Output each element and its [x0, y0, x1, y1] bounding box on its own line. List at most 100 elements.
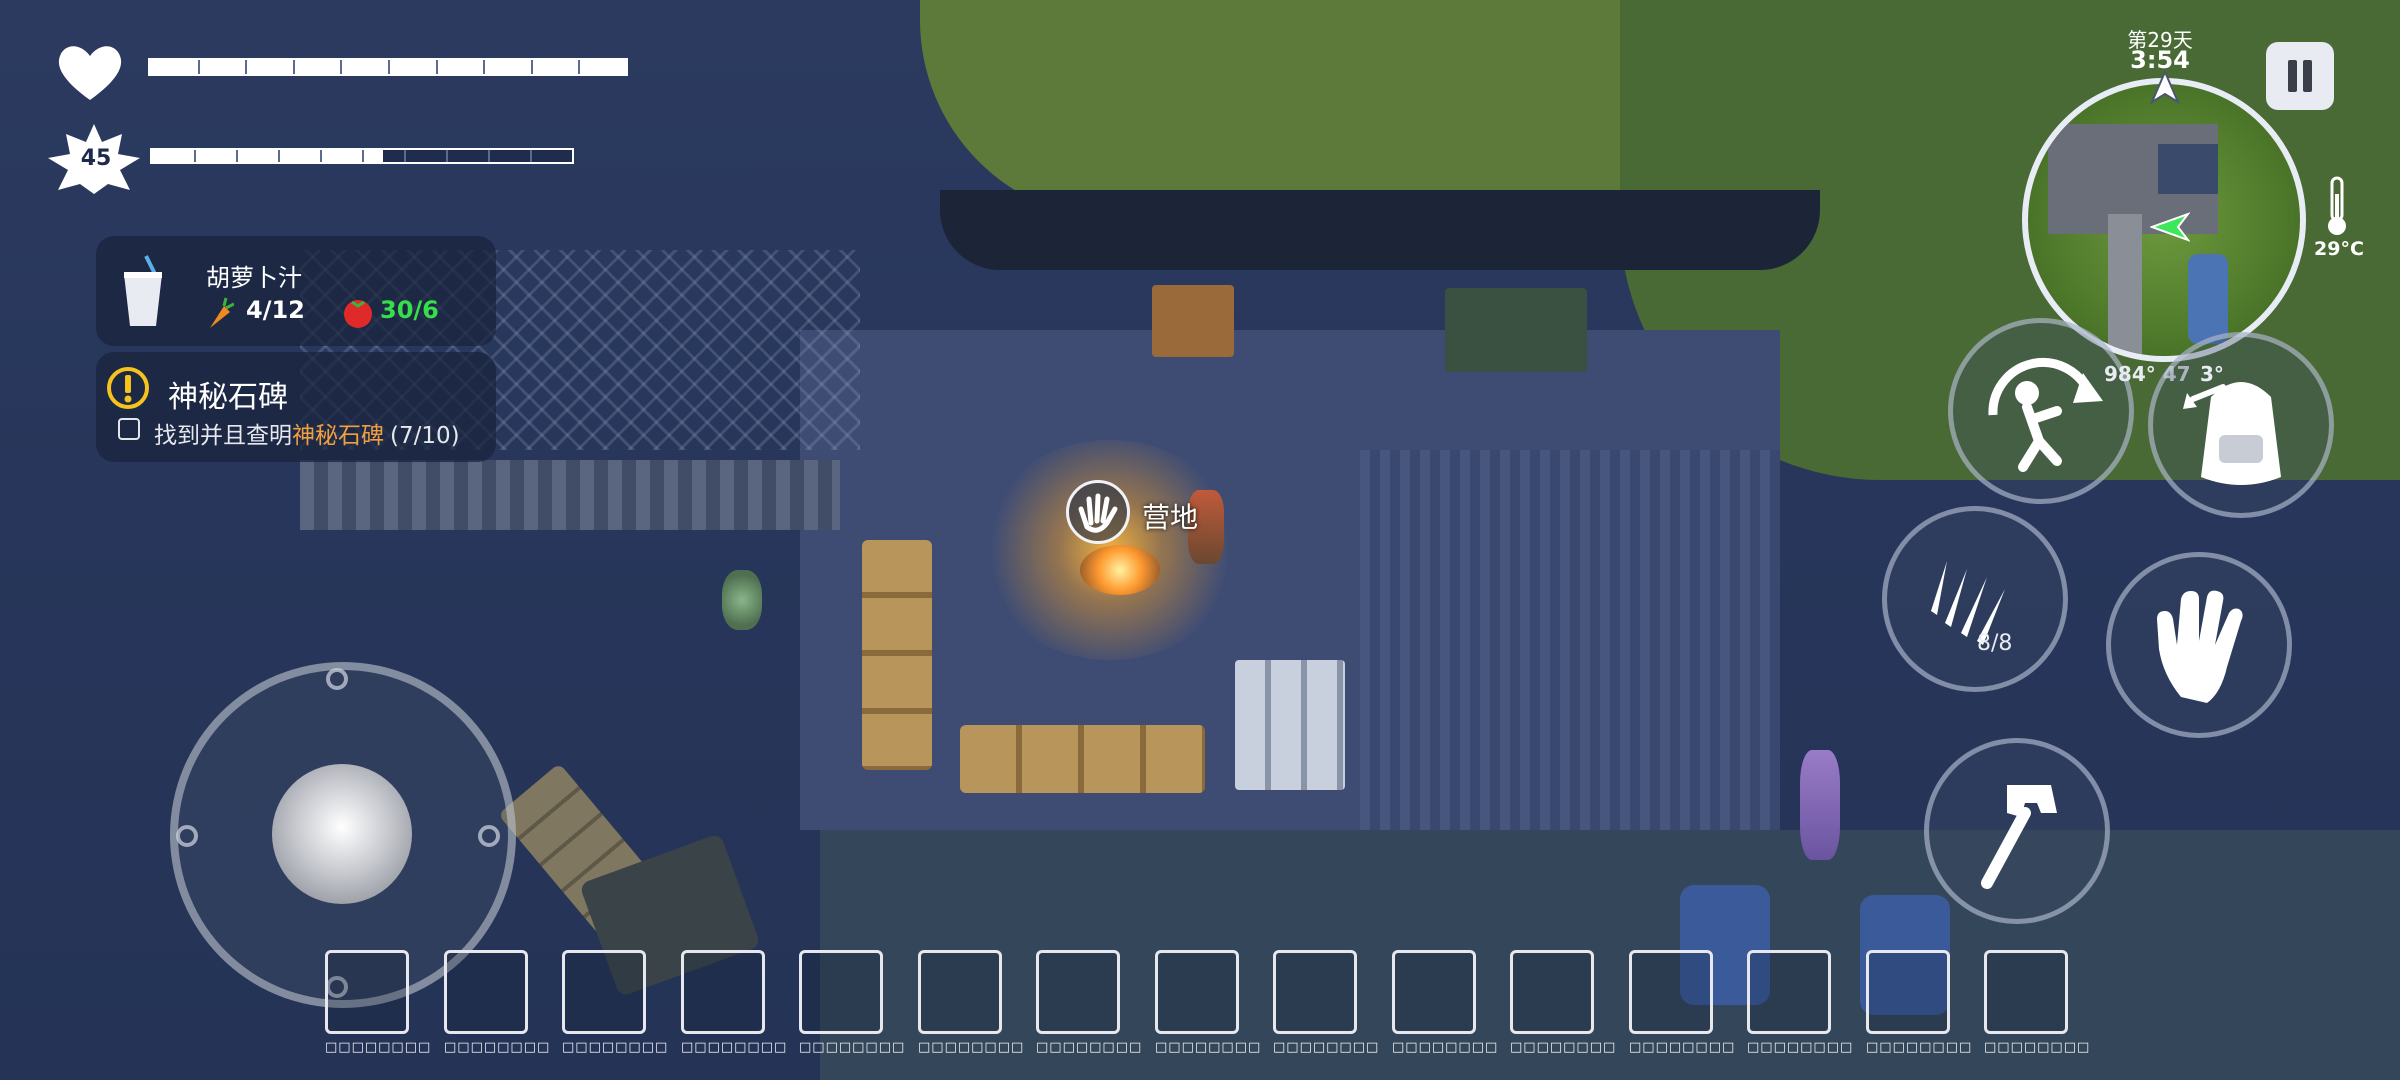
temperature: 29°C [2314, 238, 2364, 260]
hotbar-slot[interactable] [918, 950, 1002, 1034]
hotbar-slot-label: □□□□□□□□ [1273, 1040, 1380, 1055]
bar-segment-divider [530, 150, 532, 162]
campfire [1080, 545, 1160, 595]
hotbar-slot-label: □□□□□□□□ [444, 1040, 551, 1055]
hotbar-slot[interactable] [1155, 950, 1239, 1034]
joystick-knob-icon[interactable] [272, 764, 412, 904]
wooden-crate [1152, 285, 1234, 357]
bar-segment-divider [197, 60, 200, 74]
supply-pallet [1235, 660, 1345, 790]
stamina-bar [150, 148, 574, 164]
joystick-notch [176, 825, 198, 847]
bar-segment-divider [446, 150, 448, 162]
hotbar-slot[interactable] [325, 950, 409, 1034]
hotbar-slot-label: □□□□□□□□ [1866, 1040, 1973, 1055]
hotbar-slot[interactable] [799, 950, 883, 1034]
hotbar-slot[interactable] [681, 950, 765, 1034]
bar-segment-divider [530, 60, 533, 74]
objective-prefix: 找到并且查明 [154, 423, 292, 449]
zombie [1800, 750, 1840, 860]
hotbar-slot-label: □□□□□□□□ [1747, 1040, 1854, 1055]
throwing-knives-icon [1931, 561, 2005, 645]
hotbar-slot[interactable] [1629, 950, 1713, 1034]
joystick-notch [478, 825, 500, 847]
hotbar-slot[interactable] [444, 950, 528, 1034]
minimap-building [2158, 144, 2218, 194]
hotbar-slot-label: □□□□□□□□ [1629, 1040, 1736, 1055]
dodge-button[interactable] [1948, 318, 2134, 504]
joystick-notch [326, 668, 348, 690]
minimap-water [2188, 254, 2228, 344]
bar-segment-divider [245, 60, 248, 74]
health-hud: 45 [48, 36, 650, 194]
tomato-value: 30/6 [380, 296, 439, 324]
hotbar-slot-label: □□□□□□□□ [1984, 1040, 2091, 1055]
carrot-value: 4/12 [246, 296, 305, 324]
green-crate [1445, 288, 1587, 372]
hay-bales [960, 725, 1205, 793]
quest-panel[interactable]: 神秘石碑 找到并且查明神秘石碑 (7/10) [96, 352, 496, 462]
minimap[interactable] [2022, 78, 2306, 362]
item-name: 胡萝卜汁 [206, 264, 302, 292]
compass-arrow-icon [2150, 70, 2180, 104]
bar-segment-divider [488, 150, 490, 162]
bar-segment-divider [236, 150, 238, 162]
quest-title: 神秘石碑 [168, 380, 288, 415]
health-bar [148, 58, 628, 76]
player-arrow-icon [2150, 212, 2190, 242]
zombie [722, 570, 762, 630]
cliff-shadow [940, 190, 1820, 270]
hand-icon [2157, 590, 2243, 703]
bar-segment-divider [340, 60, 343, 74]
pause-button[interactable] [2266, 42, 2334, 110]
backpack-icon [2183, 382, 2281, 485]
campsite-interaction[interactable]: 营地 [1066, 480, 1226, 546]
hotbar-slot-label: □□□□□□□□ [325, 1040, 432, 1055]
tomato-icon [344, 300, 372, 328]
hotbar-slot[interactable] [1747, 950, 1831, 1034]
thermometer-icon [2328, 176, 2346, 235]
grab-button[interactable] [2106, 552, 2292, 738]
hotbar-slot[interactable] [1392, 950, 1476, 1034]
bar-segment-divider [483, 60, 486, 74]
juice-cup-icon [124, 255, 162, 326]
pause-icon [2288, 60, 2312, 92]
player-level: 45 [80, 146, 112, 171]
hotbar-slot[interactable] [1510, 950, 1594, 1034]
hotbar-slot-label: □□□□□□□□ [1392, 1040, 1499, 1055]
carrot-icon [210, 297, 234, 328]
bar-segment-divider [362, 150, 364, 162]
backpack-button[interactable] [2148, 332, 2334, 518]
equipped-item-panel[interactable]: 胡萝卜汁 4/12 30/6 [96, 236, 496, 346]
hotbar-slot[interactable] [1984, 950, 2068, 1034]
hotbar-slot-label: □□□□□□□□ [1036, 1040, 1143, 1055]
hotbar-slot-label: □□□□□□□□ [681, 1040, 788, 1055]
roll-dodge-icon [1988, 357, 2103, 472]
objective-count: (7/10) [390, 423, 460, 449]
bar-segment-divider [320, 150, 322, 162]
hotbar-slot-label: □□□□□□□□ [1155, 1040, 1262, 1055]
hammer-icon [1981, 785, 2057, 889]
backpack-coords: 3° [2200, 362, 2224, 386]
exclamation-icon [107, 367, 149, 409]
bridge [300, 460, 840, 530]
quest-checkbox[interactable] [118, 418, 140, 440]
bar-segment-divider [278, 150, 280, 162]
bar-segment-divider [404, 150, 406, 162]
attack-button[interactable] [1924, 738, 2110, 924]
bar-segment-divider [435, 60, 438, 74]
hotbar-slot-label: □□□□□□□□ [918, 1040, 1025, 1055]
hotbar-slot[interactable] [1866, 950, 1950, 1034]
throw-weapon-button[interactable]: 8/8 [1882, 506, 2068, 692]
hotbar-slot[interactable] [562, 950, 646, 1034]
hotbar-slot-label: □□□□□□□□ [1510, 1040, 1617, 1055]
stamina-bar-fill [152, 150, 383, 162]
objective-target: 神秘石碑 [292, 423, 384, 449]
bar-segment-divider [194, 150, 196, 162]
heart-icon [58, 46, 122, 100]
hotbar-slot[interactable] [1036, 950, 1120, 1034]
hotbar-slot[interactable] [1273, 950, 1357, 1034]
bar-segment-divider [578, 60, 581, 74]
throw-count: 8/8 [1977, 631, 2013, 656]
hotbar-slot-label: □□□□□□□□ [562, 1040, 669, 1055]
